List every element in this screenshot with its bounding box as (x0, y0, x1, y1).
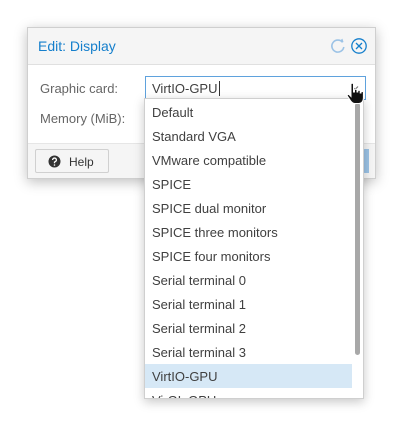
reset-icon[interactable] (329, 37, 347, 55)
list-item[interactable]: SPICE three monitors (145, 220, 352, 244)
list-item[interactable]: Serial terminal 2 (145, 316, 352, 340)
list-item[interactable]: Standard VGA (145, 124, 352, 148)
text-caret (218, 81, 220, 96)
graphic-card-value-wrap[interactable]: VirtIO-GPU (152, 81, 220, 96)
memory-label: Memory (MiB): (40, 111, 126, 126)
hand-pointer-icon (345, 82, 367, 106)
list-item[interactable]: SPICE (145, 172, 352, 196)
list-item[interactable]: VirGL GPU (145, 388, 352, 398)
help-button[interactable]: Help (35, 149, 109, 173)
list-item[interactable]: SPICE four monitors (145, 244, 352, 268)
dialog-title: Edit: Display (38, 38, 116, 54)
close-icon[interactable] (350, 37, 368, 55)
graphic-card-combobox[interactable]: VirtIO-GPU (145, 76, 366, 100)
list-item[interactable]: VMware compatible (145, 148, 352, 172)
help-button-label: Help (69, 155, 94, 169)
dialog-header: Edit: Display (28, 28, 375, 65)
list-item[interactable]: SPICE dual monitor (145, 196, 352, 220)
dropdown-scrollbar[interactable] (355, 103, 360, 355)
graphic-card-label: Graphic card: (40, 81, 119, 96)
question-circle-icon (48, 155, 61, 168)
list-item[interactable]: Serial terminal 1 (145, 292, 352, 316)
list-item[interactable]: Serial terminal 0 (145, 268, 352, 292)
list-item-selected[interactable]: VirtIO-GPU (145, 364, 352, 388)
graphic-card-value[interactable]: VirtIO-GPU (152, 81, 218, 96)
graphic-card-dropdown-list: Default Standard VGA VMware compatible S… (144, 98, 364, 399)
list-item[interactable]: Default (145, 100, 352, 124)
list-item[interactable]: Serial terminal 3 (145, 340, 352, 364)
